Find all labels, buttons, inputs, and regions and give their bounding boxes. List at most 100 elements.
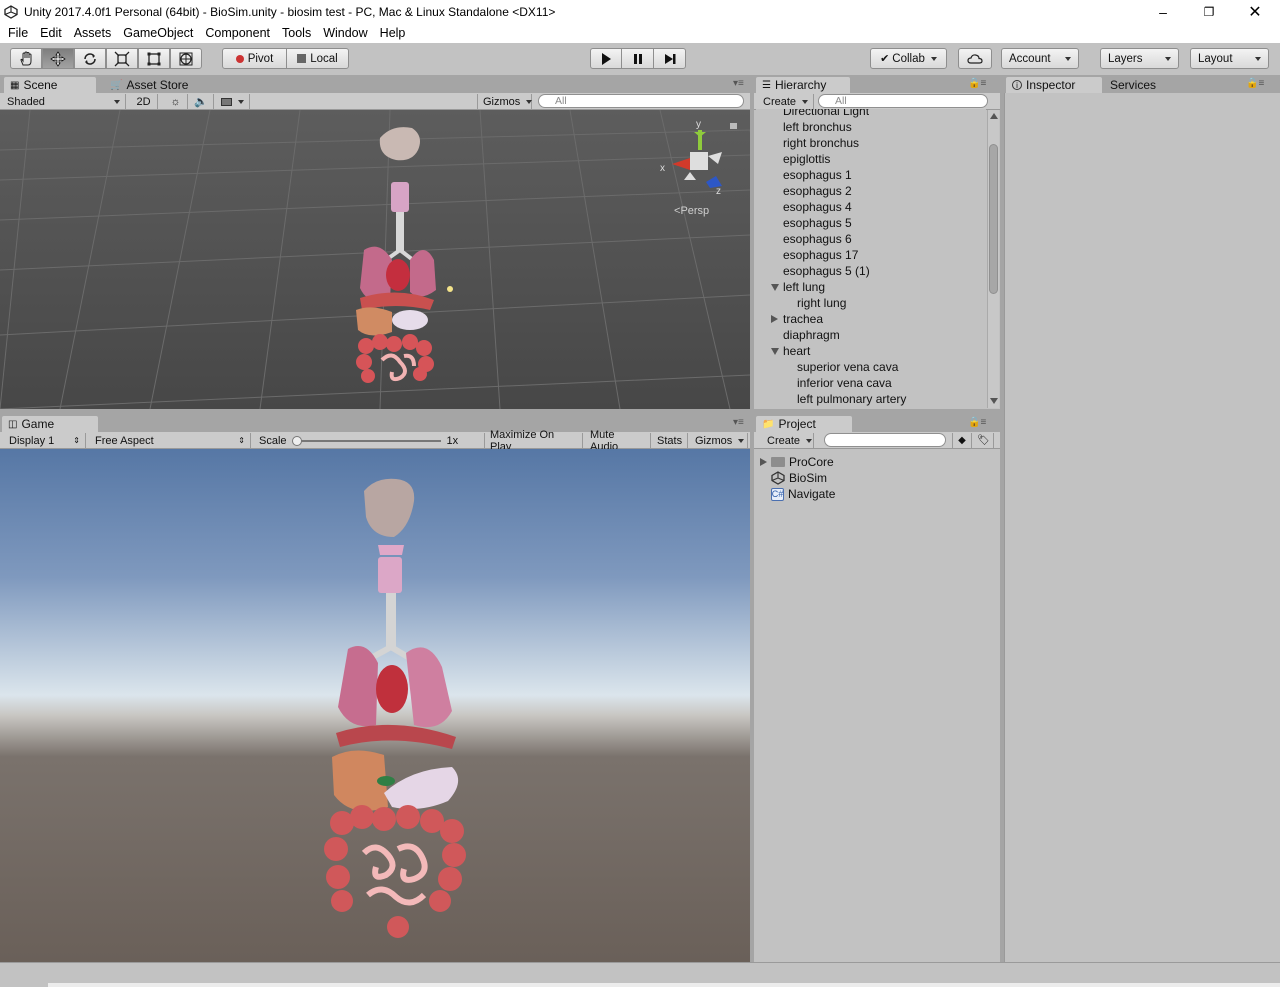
stats-toggle[interactable]: Stats (652, 433, 688, 448)
expand-arrow-icon[interactable] (771, 315, 778, 323)
tab-asset-store[interactable]: 🛒 Asset Store (104, 77, 204, 93)
hierarchy-item[interactable]: diaphragm (756, 327, 986, 343)
services-tab-label: Services (1110, 78, 1157, 92)
scene-search-input[interactable]: All (538, 94, 744, 108)
collapse-arrow-icon[interactable] (771, 284, 779, 291)
collab-dropdown[interactable]: ✔ Collab (870, 48, 947, 69)
project-item-procore[interactable]: ProCore (760, 454, 834, 470)
hierarchy-item[interactable]: Directional Light (756, 109, 986, 119)
menu-component[interactable]: Component (199, 24, 276, 43)
scene-gizmos-dropdown[interactable]: Gizmos (477, 94, 532, 109)
transform-tool-button[interactable] (170, 48, 202, 69)
project-item-navigate[interactable]: C# Navigate (771, 486, 835, 502)
hierarchy-item[interactable]: esophagus 6 (756, 231, 986, 247)
hierarchy-scrollbar[interactable] (987, 110, 999, 408)
hierarchy-item[interactable]: esophagus 5 (1) (756, 263, 986, 279)
layout-dropdown[interactable]: Layout (1190, 48, 1269, 69)
pause-button[interactable] (621, 48, 654, 69)
tab-game[interactable]: ◫ Game (2, 416, 98, 432)
persp-label[interactable]: <Persp (674, 205, 709, 217)
layers-dropdown[interactable]: Layers (1100, 48, 1179, 69)
game-panel-menu-icon[interactable]: ▾≡ (733, 417, 744, 428)
scale-slider-handle[interactable] (291, 435, 302, 446)
hierarchy-item[interactable]: left bronchus (756, 119, 986, 135)
inspector-lock-icon[interactable]: 🔒≡ (1246, 78, 1264, 89)
tab-inspector[interactable]: i Inspector (1006, 77, 1102, 93)
menu-file[interactable]: File (2, 24, 34, 43)
hierarchy-item[interactable]: epiglottis (756, 151, 986, 167)
scroll-down-icon[interactable] (990, 398, 998, 404)
tab-services[interactable]: Services (1104, 77, 1184, 93)
cloud-button[interactable] (958, 48, 992, 69)
panel-menu-icon[interactable]: ▾≡ (733, 78, 744, 89)
hierarchy-item[interactable]: esophagus 4 (756, 199, 986, 215)
step-button[interactable] (653, 48, 686, 69)
filter-by-label-button[interactable]: 🏷 (974, 433, 994, 448)
hierarchy-item[interactable]: esophagus 5 (756, 215, 986, 231)
local-toggle-button[interactable]: Local (286, 48, 349, 69)
project-item-biosim[interactable]: BioSim (771, 470, 827, 486)
game-view[interactable] (0, 449, 752, 962)
scene-view[interactable]: y x z <Persp (0, 110, 750, 409)
move-icon (50, 50, 66, 67)
rect-tool-button[interactable] (138, 48, 170, 69)
scroll-up-icon[interactable] (990, 113, 998, 119)
hand-tool-button[interactable] (10, 48, 42, 69)
shading-mode-dropdown[interactable]: Shaded (2, 94, 126, 109)
scene-lock-icon[interactable] (730, 123, 737, 129)
hierarchy-item[interactable]: superior vena cava (756, 359, 986, 375)
rotate-tool-button[interactable] (74, 48, 106, 69)
project-create-dropdown[interactable]: Create (762, 433, 814, 448)
game-gizmos-label: Gizmos (695, 434, 733, 447)
menu-gameobject[interactable]: GameObject (117, 24, 199, 43)
pivot-toggle-button[interactable]: Pivot (222, 48, 287, 69)
splitter-vertical-right[interactable] (1000, 75, 1004, 962)
splitter-vertical[interactable] (750, 75, 754, 962)
account-dropdown[interactable]: Account (1001, 48, 1079, 69)
scene-audio-toggle[interactable]: 🔈 (189, 94, 214, 109)
hierarchy-item[interactable]: esophagus 17 (756, 247, 986, 263)
menu-tools[interactable]: Tools (276, 24, 317, 43)
maximize-on-play-toggle[interactable]: Maximize On Play (484, 429, 583, 453)
scale-tool-button[interactable] (106, 48, 138, 69)
menu-edit[interactable]: Edit (34, 24, 68, 43)
mode-2d-toggle[interactable]: 2D (130, 94, 158, 109)
hierarchy-search-input[interactable]: All (818, 94, 988, 108)
hierarchy-item[interactable]: inferior vena cava (756, 375, 986, 391)
close-button[interactable]: ✕ (1232, 0, 1278, 24)
hierarchy-item[interactable]: left lung (756, 279, 986, 295)
menu-window[interactable]: Window (317, 24, 373, 43)
hierarchy-item[interactable]: right bronchus (756, 135, 986, 151)
scale-slider[interactable] (291, 435, 441, 446)
scene-effects-dropdown[interactable] (216, 94, 250, 109)
filter-by-type-button[interactable]: ◆ (952, 433, 972, 448)
hierarchy-item[interactable]: heart (756, 343, 986, 359)
hierarchy-item[interactable]: left pulmonary artery (756, 391, 986, 407)
play-button[interactable] (590, 48, 622, 69)
project-search-input[interactable] (824, 433, 946, 447)
minimize-button[interactable]: – (1140, 0, 1186, 24)
hierarchy-item[interactable]: esophagus 2 (756, 183, 986, 199)
hierarchy-item[interactable]: esophagus 1 (756, 167, 986, 183)
game-gizmos-dropdown[interactable]: Gizmos (690, 433, 748, 448)
hierarchy-scrollbar-thumb[interactable] (989, 144, 998, 294)
splitter-horizontal[interactable] (0, 409, 1000, 414)
hierarchy-item[interactable]: trachea (756, 311, 986, 327)
maximize-button[interactable]: ❐ (1186, 0, 1232, 24)
collapse-arrow-icon[interactable] (771, 348, 779, 355)
tab-hierarchy[interactable]: ☰ Hierarchy (756, 77, 850, 93)
hierarchy-lock-icon[interactable]: 🔒≡ (968, 78, 986, 89)
menu-assets[interactable]: Assets (68, 24, 118, 43)
move-tool-button[interactable] (42, 48, 74, 69)
menu-help[interactable]: Help (374, 24, 412, 43)
tab-scene[interactable]: ▦ Scene (4, 77, 96, 93)
hierarchy-item[interactable]: right lung (756, 295, 986, 311)
scene-lighting-toggle[interactable]: ☼ (164, 94, 188, 109)
game-tab-icon: ◫ (8, 418, 18, 430)
project-lock-icon[interactable]: 🔒≡ (968, 417, 986, 428)
mute-audio-toggle[interactable]: Mute Audio (585, 429, 651, 453)
aspect-dropdown[interactable]: Free Aspect ⇕ (90, 433, 251, 448)
tab-project[interactable]: 📁 Project (756, 416, 852, 432)
hierarchy-create-dropdown[interactable]: Create (758, 94, 814, 109)
display-dropdown[interactable]: Display 1 ⇕ (4, 433, 86, 448)
